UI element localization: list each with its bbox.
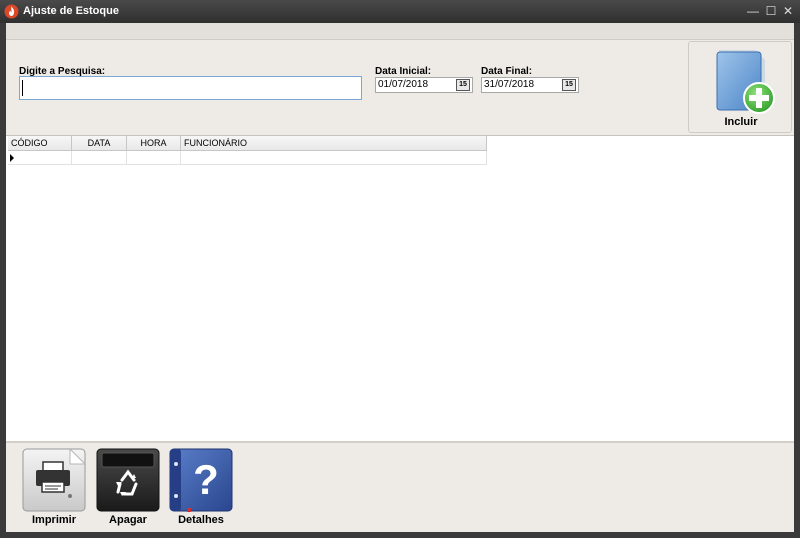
include-label: Incluir	[724, 116, 758, 128]
column-header-data[interactable]: DATA	[72, 136, 127, 151]
table-row[interactable]	[8, 151, 487, 165]
row-indicator-icon	[10, 154, 14, 162]
table-cell[interactable]	[127, 151, 181, 165]
details-button[interactable]: ? Detalhes	[169, 448, 233, 530]
date-start-field[interactable]: 01/07/2018 15	[375, 77, 473, 93]
date-end-value: 31/07/2018	[484, 79, 535, 90]
table-cell[interactable]	[72, 151, 127, 165]
app-window: Ajuste de Estoque — ☐ ✕ Digite a Pesquis…	[0, 0, 800, 538]
delete-button[interactable]: Apagar	[96, 448, 160, 530]
details-label: Detalhes	[178, 514, 224, 526]
date-start-value: 01/07/2018	[378, 79, 429, 90]
results-grid[interactable]	[6, 135, 794, 441]
date-start-label: Data Inicial:	[375, 66, 432, 77]
include-button[interactable]: Incluir	[688, 41, 792, 133]
window-title: Ajuste de Estoque	[23, 5, 119, 17]
recycle-bin-icon	[96, 448, 160, 512]
help-book-icon: ?	[169, 448, 233, 512]
date-end-field[interactable]: 31/07/2018 15	[481, 77, 579, 93]
close-button[interactable]: ✕	[781, 4, 795, 18]
maximize-button[interactable]: ☐	[764, 4, 778, 18]
date-end-label: Data Final:	[481, 66, 533, 77]
window-bottom-edge	[0, 532, 800, 538]
print-label: Imprimir	[31, 514, 76, 526]
minimize-button[interactable]: —	[746, 4, 760, 18]
search-input[interactable]	[19, 76, 362, 100]
delete-label: Apagar	[109, 514, 147, 526]
column-header-hora[interactable]: HORA	[127, 136, 181, 151]
column-header-funcionario[interactable]: FUNCIONÁRIO	[181, 136, 487, 151]
grid-header: CÓDIGO DATA HORA FUNCIONÁRIO	[8, 136, 487, 151]
flame-icon	[4, 4, 19, 19]
calendar-icon[interactable]: 15	[456, 79, 470, 91]
printer-icon	[22, 447, 87, 512]
title-bar[interactable]: Ajuste de Estoque — ☐ ✕	[0, 0, 800, 23]
calendar-icon[interactable]: 15	[562, 79, 576, 91]
print-button[interactable]: Imprimir	[22, 447, 87, 530]
text-caret	[22, 80, 23, 96]
toolbar-strip	[6, 23, 794, 40]
column-header-codigo[interactable]: CÓDIGO	[8, 136, 72, 151]
svg-text:?: ?	[193, 456, 219, 503]
table-cell[interactable]	[8, 151, 72, 165]
add-folder-icon	[716, 50, 775, 114]
table-cell[interactable]	[181, 151, 487, 165]
